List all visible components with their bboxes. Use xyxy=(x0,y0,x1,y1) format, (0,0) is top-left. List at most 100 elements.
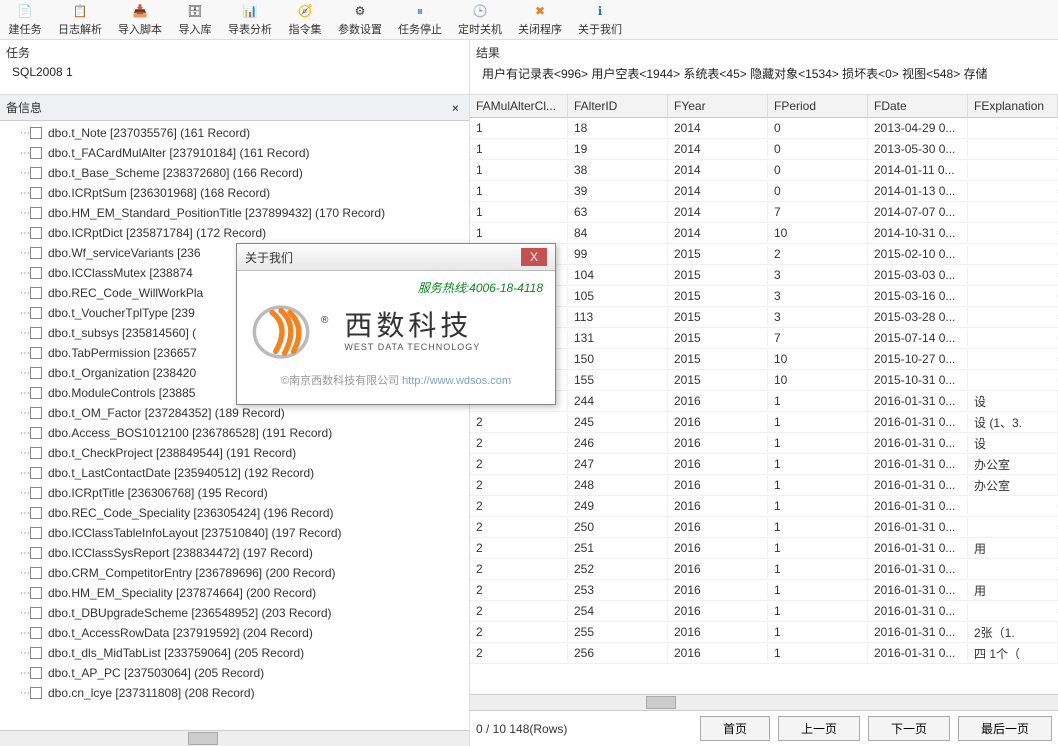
tree-checkbox[interactable] xyxy=(30,507,42,519)
table-row[interactable]: 2247201612016-01-31 0... 办公室 xyxy=(470,454,1058,475)
import-db-button[interactable]: 🗄导入库 xyxy=(170,0,220,39)
tree-twisty-icon[interactable]: ⋯ xyxy=(20,648,30,659)
tree-checkbox[interactable] xyxy=(30,687,42,699)
tree-twisty-icon[interactable]: ⋯ xyxy=(20,688,30,699)
table-row[interactable]: 2256201612016-01-31 0...四 1个（ xyxy=(470,643,1058,664)
table-row[interactable]: 1113201532015-03-28 0... xyxy=(470,307,1058,328)
param-settings-button[interactable]: ⚙参数设置 xyxy=(330,0,390,39)
tree-twisty-icon[interactable]: ⋯ xyxy=(20,168,30,179)
grid-body[interactable]: 118201402013-04-29 0...119201402013-05-3… xyxy=(470,118,1058,694)
tree-item[interactable]: ⋯dbo.ICRptTitle [236306768] (195 Record) xyxy=(36,483,469,503)
tree-checkbox[interactable] xyxy=(30,567,42,579)
tree-twisty-icon[interactable]: ⋯ xyxy=(20,628,30,639)
tree-twisty-icon[interactable]: ⋯ xyxy=(20,408,30,419)
table-row[interactable]: 2245201612016-01-31 0...设 (1、3. xyxy=(470,412,1058,433)
tree-checkbox[interactable] xyxy=(30,547,42,559)
pager-last-button[interactable]: 最后一页 xyxy=(958,716,1052,741)
tree-checkbox[interactable] xyxy=(30,187,42,199)
tree-twisty-icon[interactable]: ⋯ xyxy=(20,148,30,159)
log-parse-button[interactable]: 📋日志解析 xyxy=(50,0,110,39)
column-header[interactable]: FPeriod xyxy=(768,95,868,117)
tree-twisty-icon[interactable]: ⋯ xyxy=(20,228,30,239)
pager-prev-button[interactable]: 上一页 xyxy=(778,716,860,741)
tree-twisty-icon[interactable]: ⋯ xyxy=(20,588,30,599)
tree-item[interactable]: ⋯dbo.ICRptDict [235871784] (172 Record) xyxy=(36,223,469,243)
table-row[interactable]: 118201402013-04-29 0... xyxy=(470,118,1058,139)
tree-twisty-icon[interactable]: ⋯ xyxy=(20,368,30,379)
tree-item[interactable]: ⋯dbo.t_AccessRowData [237919592] (204 Re… xyxy=(36,623,469,643)
column-header[interactable]: FAlterID xyxy=(568,95,668,117)
command-set-button[interactable]: 🧭指令集 xyxy=(280,0,330,39)
table-row[interactable]: 1105201532015-03-16 0... xyxy=(470,286,1058,307)
tree-twisty-icon[interactable]: ⋯ xyxy=(20,128,30,139)
tree-checkbox[interactable] xyxy=(30,147,42,159)
tree-checkbox[interactable] xyxy=(30,327,42,339)
tree-checkbox[interactable] xyxy=(30,667,42,679)
about-us-button[interactable]: ℹ关于我们 xyxy=(570,0,630,39)
table-row[interactable]: 2244201612016-01-31 0...设 xyxy=(470,391,1058,412)
column-header[interactable]: FDate xyxy=(868,95,968,117)
tree-item[interactable]: ⋯dbo.t_Note [237035576] (161 Record) xyxy=(36,123,469,143)
pager-first-button[interactable]: 首页 xyxy=(700,716,770,741)
tree-item[interactable]: ⋯dbo.ICClassTableInfoLayout [237510840] … xyxy=(36,523,469,543)
tree-twisty-icon[interactable]: ⋯ xyxy=(20,668,30,679)
tree-item[interactable]: ⋯dbo.HM_EM_Speciality [237874664] (200 R… xyxy=(36,583,469,603)
tree-checkbox[interactable] xyxy=(30,207,42,219)
tree-twisty-icon[interactable]: ⋯ xyxy=(20,568,30,579)
tree-item[interactable]: ⋯dbo.Access_BOS1012100 [236786528] (191 … xyxy=(36,423,469,443)
tree-twisty-icon[interactable]: ⋯ xyxy=(20,448,30,459)
column-header[interactable]: FExplanation xyxy=(968,95,1058,117)
tree-twisty-icon[interactable]: ⋯ xyxy=(20,488,30,499)
table-row[interactable]: 2252201612016-01-31 0... xyxy=(470,559,1058,580)
shutdown-timer-button[interactable]: 🕒定时关机 xyxy=(450,0,510,39)
table-row[interactable]: 119201402013-05-30 0... xyxy=(470,139,1058,160)
table-row[interactable]: 1104201532015-03-03 0... xyxy=(470,265,1058,286)
tree-checkbox[interactable] xyxy=(30,367,42,379)
database-tree[interactable]: ⋯dbo.t_Note [237035576] (161 Record) ⋯dbo… xyxy=(0,121,469,730)
dialog-close-button[interactable]: X xyxy=(521,248,547,266)
column-header[interactable]: FAMulAlterCl... xyxy=(470,95,568,117)
tree-checkbox[interactable] xyxy=(30,387,42,399)
table-row[interactable]: 2248201612016-01-31 0... 办公室 xyxy=(470,475,1058,496)
tree-twisty-icon[interactable]: ⋯ xyxy=(20,268,30,279)
table-row[interactable]: 2251201612016-01-31 0... 用 xyxy=(470,538,1058,559)
tree-item[interactable]: ⋯dbo.REC_Code_Speciality [236305424] (19… xyxy=(36,503,469,523)
tree-checkbox[interactable] xyxy=(30,427,42,439)
create-task-button[interactable]: 📄建任务 xyxy=(0,0,50,39)
table-row[interactable]: 138201402014-01-11 0... xyxy=(470,160,1058,181)
table-row[interactable]: 199201522015-02-10 0... xyxy=(470,244,1058,265)
tree-item[interactable]: ⋯dbo.t_OM_Factor [237284352] (189 Record… xyxy=(36,403,469,423)
grid-header[interactable]: FAMulAlterCl...FAlterIDFYearFPeriodFDate… xyxy=(470,95,1058,118)
pager-next-button[interactable]: 下一页 xyxy=(868,716,950,741)
tree-twisty-icon[interactable]: ⋯ xyxy=(20,388,30,399)
table-row[interactable]: 2253201612016-01-31 0... 用 xyxy=(470,580,1058,601)
tree-checkbox[interactable] xyxy=(30,447,42,459)
tree-checkbox[interactable] xyxy=(30,227,42,239)
table-row[interactable]: 163201472014-07-07 0... xyxy=(470,202,1058,223)
import-script-button[interactable]: 📥导入脚本 xyxy=(110,0,170,39)
tree-checkbox[interactable] xyxy=(30,527,42,539)
tree-twisty-icon[interactable]: ⋯ xyxy=(20,528,30,539)
tree-item[interactable]: ⋯dbo.t_DBUpgradeScheme [236548952] (203 … xyxy=(36,603,469,623)
tree-checkbox[interactable] xyxy=(30,647,42,659)
tree-item[interactable]: ⋯dbo.ICClassSysReport [238834472] (197 R… xyxy=(36,543,469,563)
tree-checkbox[interactable] xyxy=(30,247,42,259)
tree-close-icon[interactable]: × xyxy=(448,101,463,115)
tree-item[interactable]: ⋯dbo.t_AP_PC [237503064] (205 Record) xyxy=(36,663,469,683)
tree-twisty-icon[interactable]: ⋯ xyxy=(20,428,30,439)
table-analysis-button[interactable]: 📊导表分析 xyxy=(220,0,280,39)
table-row[interactable]: 2249201612016-01-31 0... xyxy=(470,496,1058,517)
tree-twisty-icon[interactable]: ⋯ xyxy=(20,328,30,339)
tree-checkbox[interactable] xyxy=(30,487,42,499)
close-program-button[interactable]: ✖关闭程序 xyxy=(510,0,570,39)
grid-hscrollbar[interactable] xyxy=(470,694,1058,710)
tree-checkbox[interactable] xyxy=(30,347,42,359)
tree-checkbox[interactable] xyxy=(30,127,42,139)
table-row[interactable]: 2250201612016-01-31 0... xyxy=(470,517,1058,538)
table-row[interactable]: 1842014102014-10-31 0... xyxy=(470,223,1058,244)
tree-twisty-icon[interactable]: ⋯ xyxy=(20,508,30,519)
tree-checkbox[interactable] xyxy=(30,307,42,319)
tree-checkbox[interactable] xyxy=(30,287,42,299)
tree-twisty-icon[interactable]: ⋯ xyxy=(20,248,30,259)
column-header[interactable]: FYear xyxy=(668,95,768,117)
